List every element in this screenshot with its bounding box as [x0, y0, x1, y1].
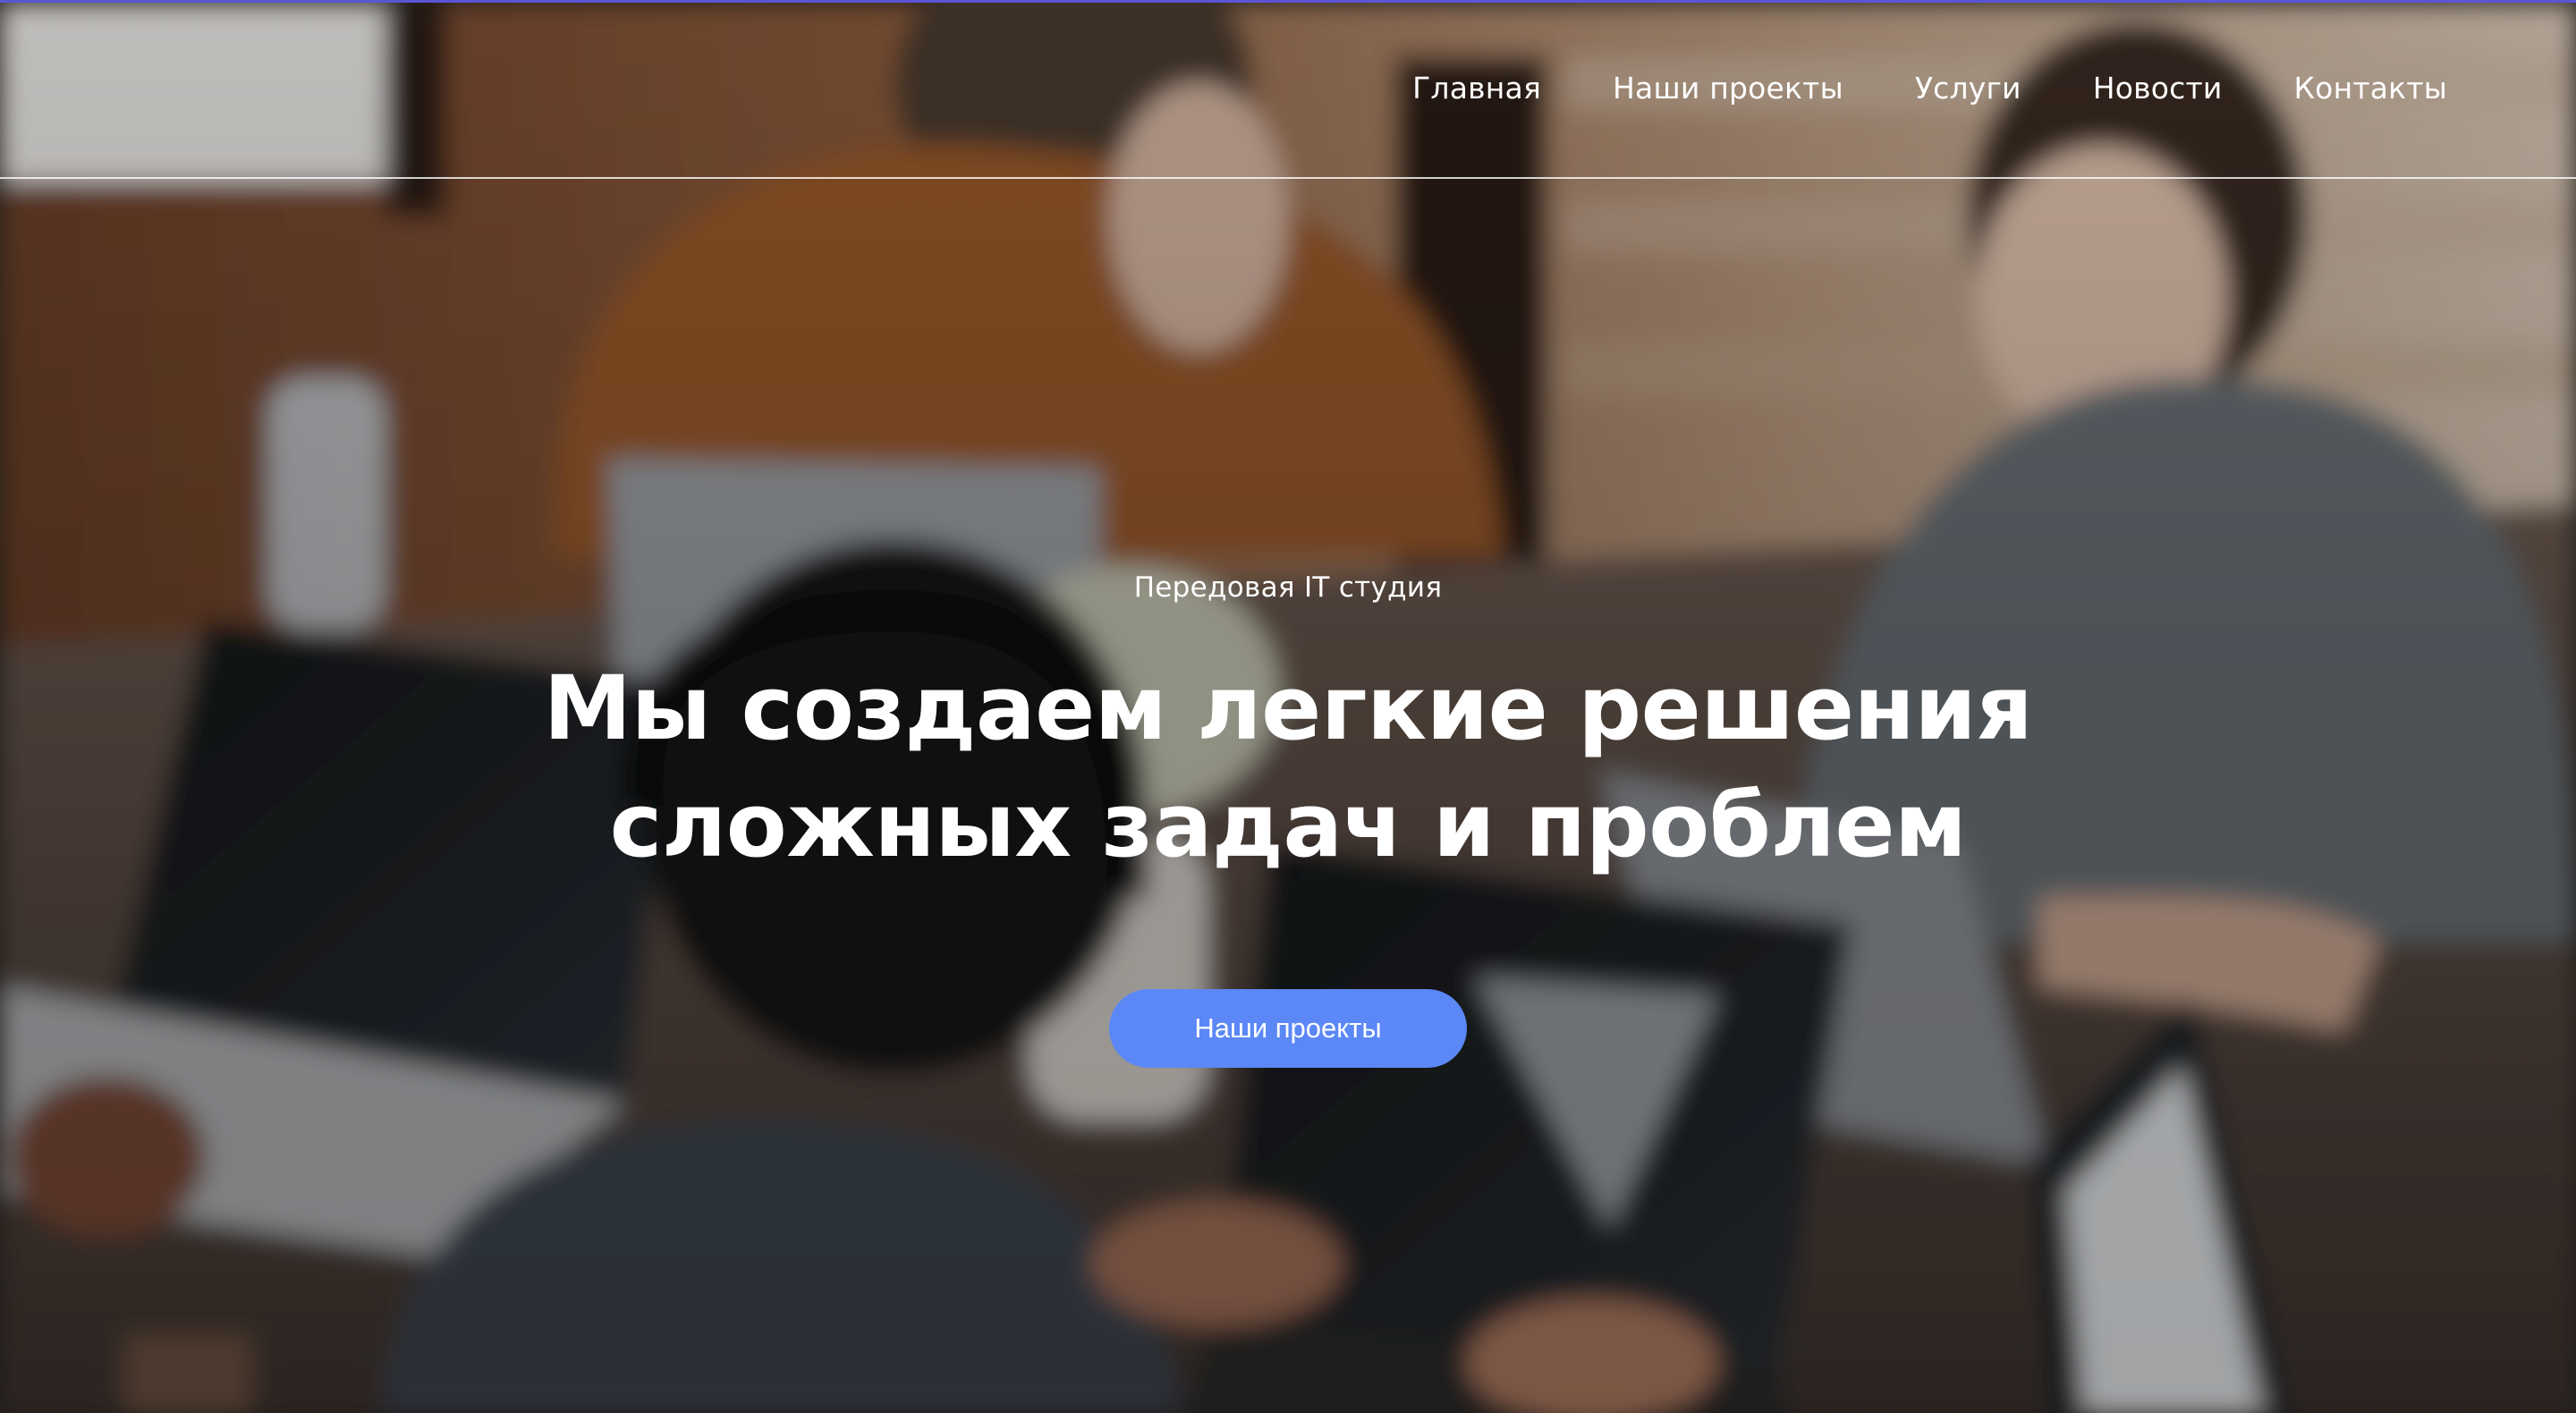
nav-item-news[interactable]: Новости [2093, 71, 2223, 106]
nav-item-home[interactable]: Главная [1412, 71, 1541, 106]
nav-item-services[interactable]: Услуги [1915, 71, 2021, 106]
our-projects-button[interactable]: Наши проекты [1109, 989, 1467, 1068]
hero-headline-line-1: Мы создаем легкие решения [543, 657, 2033, 760]
top-navigation-bar: Главная Наши проекты Услуги Новости Конт… [0, 3, 2576, 179]
nav-item-contacts[interactable]: Контакты [2294, 71, 2447, 106]
hero-eyebrow: Передовая IT студия [1133, 571, 1443, 604]
hero-section: Главная Наши проекты Услуги Новости Конт… [0, 0, 2576, 1413]
main-nav: Главная Наши проекты Услуги Новости Конт… [1412, 71, 2447, 106]
nav-item-projects[interactable]: Наши проекты [1613, 71, 1843, 106]
hero-headline-line-2: сложных задач и проблем [609, 774, 1967, 877]
hero-headline: Мы создаем легкие решения сложных задач … [0, 650, 2576, 884]
